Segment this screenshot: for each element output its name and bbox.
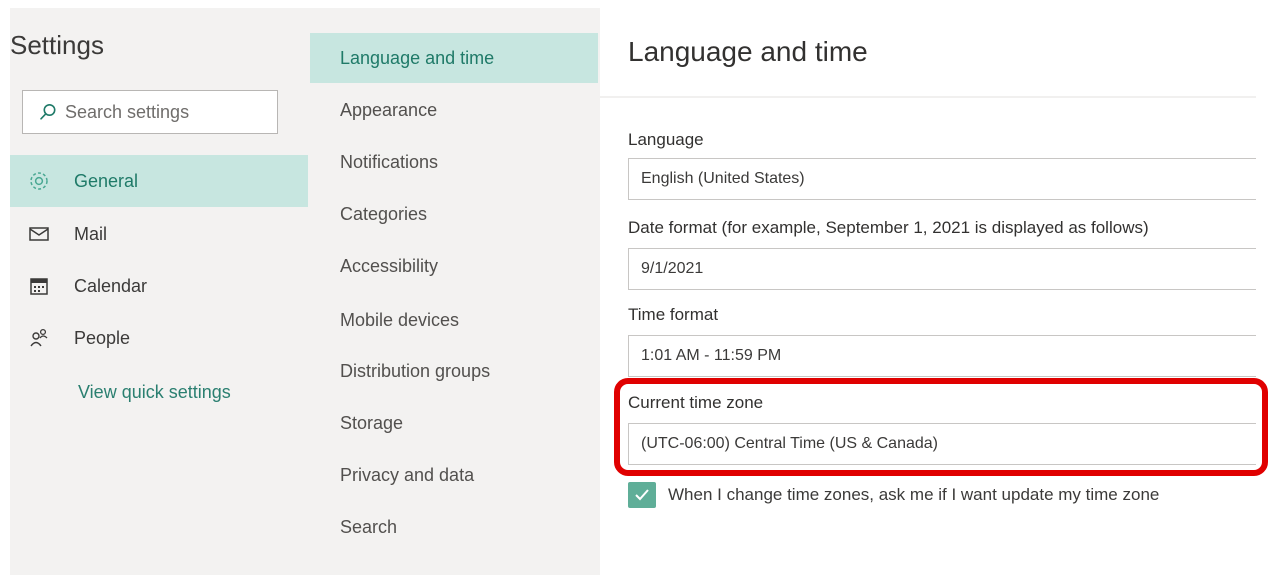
subnav-distribution-groups[interactable]: Distribution groups: [310, 346, 598, 396]
subnav-label: Search: [340, 516, 398, 537]
time-zone-dropdown[interactable]: (UTC-06:00) Central Time (US & Canada): [628, 423, 1256, 465]
subnav-label: Notifications: [340, 151, 439, 172]
nav-item-mail[interactable]: Mail: [10, 208, 308, 260]
date-format-label: Date format (for example, September 1, 2…: [628, 218, 1149, 237]
gear-icon: [28, 170, 50, 192]
nav-item-calendar[interactable]: Calendar: [10, 260, 308, 312]
date-format-value: 9/1/2021: [641, 260, 704, 277]
time-format-dropdown[interactable]: 1:01 AM - 11:59 PM: [628, 335, 1256, 377]
subnav-language-and-time[interactable]: Language and time: [310, 33, 598, 83]
calendar-icon: [28, 275, 50, 297]
subnav-appearance[interactable]: Appearance: [310, 85, 598, 135]
nav-item-label: Mail: [74, 223, 108, 244]
time-format-label: Time format: [628, 305, 719, 324]
date-format-dropdown[interactable]: 9/1/2021: [628, 248, 1256, 290]
subnav-categories[interactable]: Categories: [310, 189, 598, 239]
people-icon: [28, 327, 50, 349]
subnav-label: Accessibility: [340, 255, 439, 276]
subnav-label: Distribution groups: [340, 360, 491, 381]
subnav-label: Storage: [340, 412, 404, 433]
subnav-label: Categories: [340, 203, 428, 224]
checkmark-icon: [635, 489, 649, 501]
search-input[interactable]: [65, 101, 255, 123]
search-box[interactable]: [22, 90, 278, 134]
time-zone-value: (UTC-06:00) Central Time (US & Canada): [641, 435, 938, 452]
subnav-label: Appearance: [340, 99, 438, 120]
subnav-storage[interactable]: Storage: [310, 398, 598, 448]
language-dropdown[interactable]: English (United States): [628, 158, 1256, 200]
subnav-label: Privacy and data: [340, 464, 475, 485]
nav-item-label: Calendar: [74, 275, 148, 296]
time-format-value: 1:01 AM - 11:59 PM: [641, 347, 782, 364]
time-zone-label: Current time zone: [628, 393, 764, 412]
tz-prompt-checkbox[interactable]: [628, 482, 656, 508]
pane-title: Language and time: [628, 36, 868, 67]
settings-title: Settings: [10, 30, 104, 60]
subnav-privacy-and-data[interactable]: Privacy and data: [310, 450, 598, 500]
subnav-accessibility[interactable]: Accessibility: [310, 241, 598, 291]
tz-prompt-row: When I change time zones, ask me if I wa…: [628, 482, 1159, 508]
subnav-label: Language and time: [340, 47, 495, 68]
subnav-label: Mobile devices: [340, 309, 460, 330]
subnav-mobile-devices[interactable]: Mobile devices: [310, 295, 598, 345]
nav-item-people[interactable]: People: [10, 312, 308, 364]
tz-prompt-label: When I change time zones, ask me if I wa…: [668, 485, 1160, 504]
subnav-search[interactable]: Search: [310, 502, 598, 552]
search-icon: [39, 103, 57, 121]
language-label: Language: [628, 130, 704, 149]
mail-icon: [28, 223, 50, 245]
nav-item-label: People: [74, 327, 131, 348]
divider: [600, 96, 1256, 98]
nav-item-general[interactable]: General: [10, 155, 308, 207]
language-value: English (United States): [641, 170, 805, 187]
subnav-notifications[interactable]: Notifications: [310, 137, 598, 187]
view-quick-settings-link[interactable]: View quick settings: [78, 382, 231, 403]
nav-item-label: General: [74, 170, 139, 191]
